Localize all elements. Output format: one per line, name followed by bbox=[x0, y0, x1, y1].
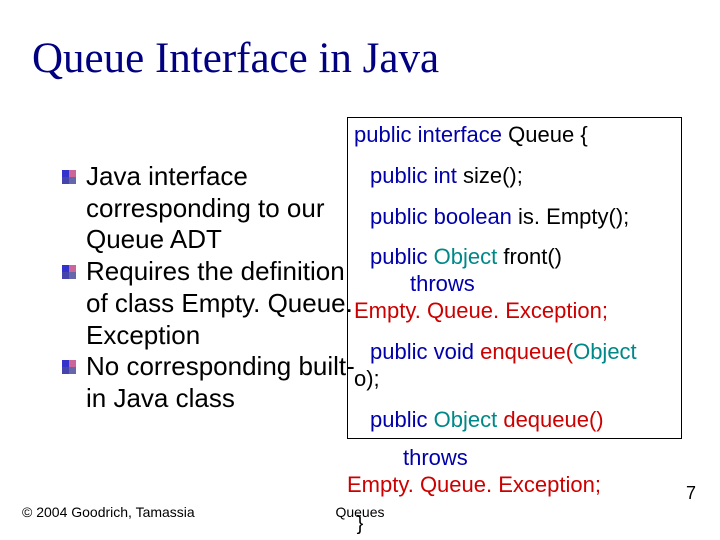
page-number: 7 bbox=[686, 483, 696, 504]
keyword: public bbox=[370, 339, 427, 364]
code-line: public Object dequeue() bbox=[354, 407, 675, 434]
code-line: o); bbox=[354, 366, 675, 393]
keyword: throws bbox=[410, 271, 475, 296]
keyword: int bbox=[434, 163, 457, 188]
keyword: public bbox=[370, 163, 427, 188]
code-overflow: throws bbox=[403, 445, 468, 472]
bullet-list: Java interface corresponding to our Queu… bbox=[86, 161, 364, 415]
slide-title: Queue Interface in Java bbox=[32, 34, 439, 83]
list-item: No corresponding built-in Java class bbox=[86, 351, 364, 414]
code-line: public boolean is. Empty(); bbox=[354, 204, 675, 231]
code-line: public void enqueue(Object bbox=[354, 339, 675, 366]
code-box: public interface Queue { public int size… bbox=[347, 117, 682, 439]
keyword: interface bbox=[418, 122, 502, 147]
method-name: is. Empty(); bbox=[518, 204, 629, 229]
type-name: Object bbox=[434, 244, 498, 269]
list-item: Requires the definition of class Empty. … bbox=[86, 256, 364, 351]
code-line: Empty. Queue. Exception; bbox=[354, 298, 675, 325]
keyword: public bbox=[354, 122, 411, 147]
code-overflow: Empty. Queue. Exception; bbox=[347, 472, 601, 499]
list-item: Java interface corresponding to our Queu… bbox=[86, 161, 364, 256]
code-line: throws bbox=[354, 271, 675, 298]
code-line: public interface Queue { bbox=[354, 122, 675, 149]
bullet-icon bbox=[62, 265, 76, 279]
type-name: Object bbox=[573, 339, 637, 364]
keyword: public bbox=[370, 204, 427, 229]
bullet-icon bbox=[62, 170, 76, 184]
bullet-icon bbox=[62, 360, 76, 374]
keyword: public bbox=[370, 407, 427, 432]
bullet-text: Java interface corresponding to our Queu… bbox=[86, 161, 364, 256]
method-name: size(); bbox=[463, 163, 523, 188]
brace: { bbox=[580, 122, 587, 147]
bullet-text: Requires the definition of class Empty. … bbox=[86, 256, 364, 351]
keyword: public bbox=[370, 244, 427, 269]
bullet-text: No corresponding built-in Java class bbox=[86, 351, 364, 414]
keyword: boolean bbox=[434, 204, 512, 229]
code-line: public Object front() bbox=[354, 244, 675, 271]
method-name: enqueue( bbox=[480, 339, 573, 364]
type-name: Object bbox=[434, 407, 498, 432]
class-name: Queue bbox=[508, 122, 574, 147]
exception-name: Empty. Queue. Exception; bbox=[347, 472, 601, 497]
keyword: throws bbox=[403, 445, 468, 470]
param-tail: o); bbox=[354, 366, 380, 391]
method-name: front() bbox=[503, 244, 562, 269]
exception-name: Empty. Queue. Exception; bbox=[354, 298, 608, 323]
code-line: public int size(); bbox=[354, 163, 675, 190]
close-brace: } bbox=[0, 513, 720, 536]
slide: Queue Interface in Java Java interface c… bbox=[0, 0, 720, 540]
method-name: dequeue() bbox=[503, 407, 603, 432]
keyword: void bbox=[434, 339, 474, 364]
